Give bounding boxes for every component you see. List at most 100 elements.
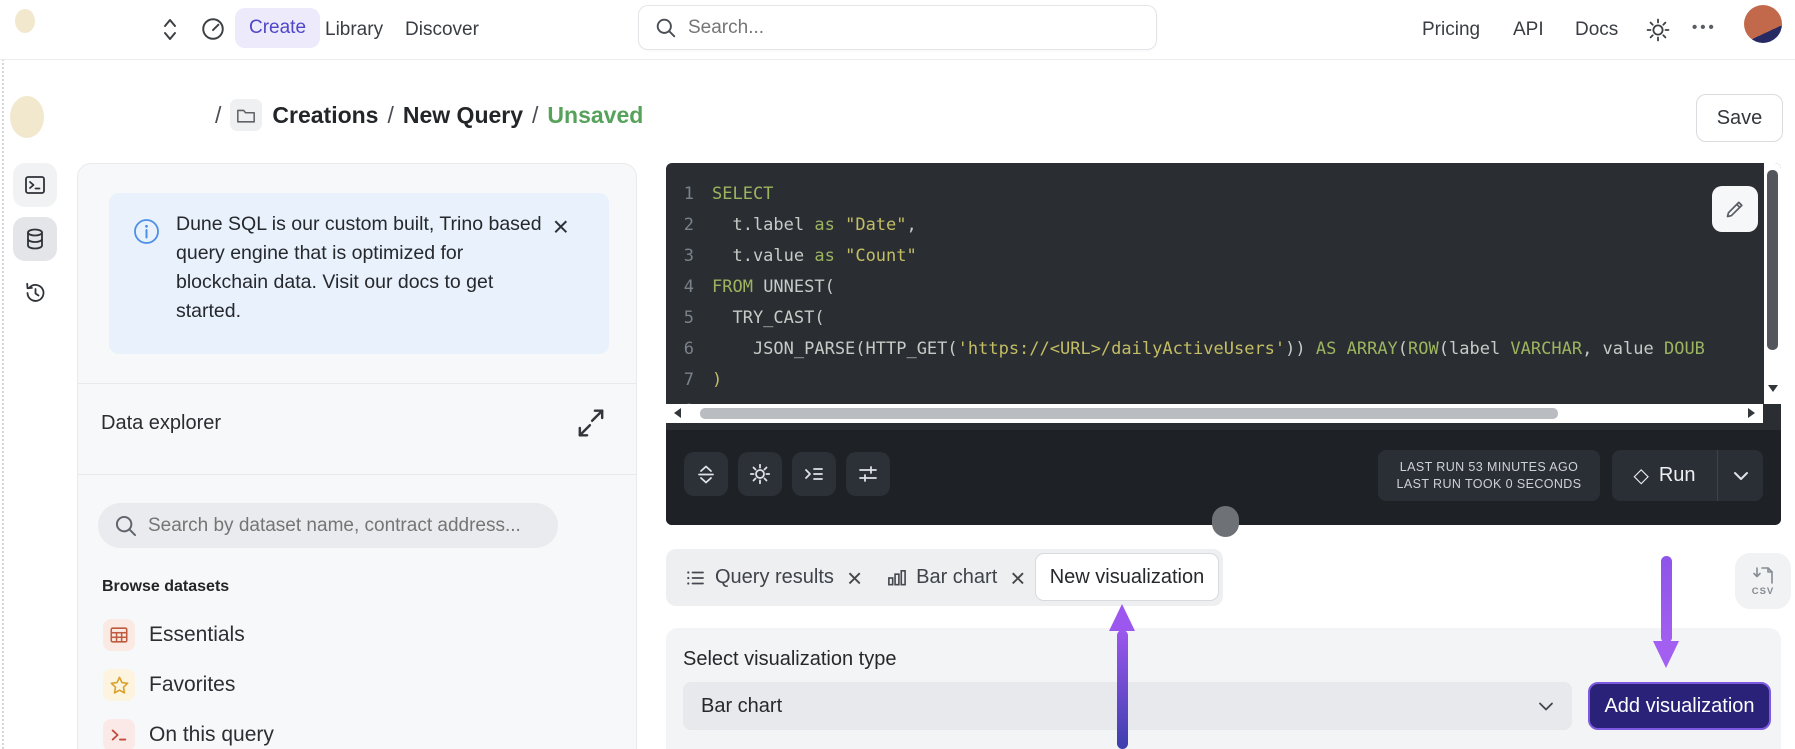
list-icon [684, 567, 706, 589]
close-icon[interactable]: × [843, 568, 862, 588]
run-button-group: ◇ Run [1612, 450, 1763, 501]
breadcrumb-query-name[interactable]: New Query [403, 102, 523, 129]
sidebar-item-favorites[interactable]: Favorites [103, 669, 235, 701]
dune-query-editor-page: Create Library Discover Pricing API Docs… [0, 0, 1795, 749]
history-icon [23, 281, 47, 305]
line-number: 7 [666, 365, 712, 396]
info-banner-text: Dune SQL is our custom built, Trino base… [176, 210, 548, 326]
breadcrumb-root-separator: / [206, 102, 230, 129]
tab-label: Query results [715, 566, 834, 589]
last-run-duration: LAST RUN TOOK 0 SECONDS [1397, 477, 1582, 491]
sql-code-area[interactable]: 1SELECT2 t.label as "Date",3 t.value as … [666, 179, 1763, 409]
dataset-search[interactable] [98, 503, 558, 548]
user-avatar[interactable] [1744, 5, 1782, 43]
info-icon [133, 218, 160, 245]
close-icon[interactable]: × [553, 213, 569, 241]
global-search[interactable] [638, 5, 1157, 50]
scroll-left-arrow-icon[interactable] [674, 408, 681, 418]
settings-gear-icon[interactable] [738, 452, 782, 496]
data-explorer-title: Data explorer [101, 412, 221, 435]
breadcrumb-folder[interactable]: Creations [262, 102, 378, 129]
select-visualization-type-label: Select visualization type [683, 648, 896, 671]
rail-history-button[interactable] [13, 271, 57, 315]
code-line[interactable]: 7) [666, 365, 1763, 396]
line-number: 1 [666, 179, 712, 210]
annotation-arrow-down-head [1653, 641, 1679, 668]
breadcrumb-separator-2: / [523, 102, 547, 129]
code-line[interactable]: 6 JSON_PARSE(HTTP_GET('https://<URL>/dai… [666, 334, 1763, 365]
editor-vertical-scrollbar[interactable] [1764, 163, 1781, 404]
results-tabs-bar: Query results × Bar chart × New visualiz… [666, 549, 1223, 606]
last-run-status: LAST RUN 53 MINUTES AGO LAST RUN TOOK 0 … [1378, 450, 1600, 501]
diamond-icon: ◇ [1633, 463, 1648, 488]
add-visualization-button[interactable]: Add visualization [1588, 682, 1771, 730]
chevron-down-icon [1538, 701, 1554, 712]
expand-icon[interactable] [572, 404, 610, 442]
more-options-icon[interactable]: ••• [1692, 19, 1717, 36]
sidebar-item-essentials[interactable]: Essentials [103, 619, 245, 651]
code-line[interactable]: 2 t.label as "Date", [666, 210, 1763, 241]
dashboard-gauge-icon[interactable] [200, 16, 226, 42]
code-line[interactable]: 3 t.value as "Count" [666, 241, 1763, 272]
editor-horizontal-scrollbar[interactable] [666, 404, 1763, 423]
tune-sliders-icon[interactable] [846, 452, 890, 496]
annotation-arrow-up-shaft [1117, 630, 1128, 749]
search-input[interactable] [688, 17, 1108, 39]
nav-item-discover[interactable]: Discover [405, 19, 479, 41]
tab-bar-chart[interactable]: Bar chart × [874, 566, 1037, 589]
panel-resize-handle[interactable] [1212, 506, 1239, 537]
theme-sun-icon[interactable] [1645, 17, 1671, 43]
horizontal-scrollbar-thumb[interactable] [700, 408, 1558, 419]
run-label: Run [1659, 464, 1696, 487]
scroll-right-arrow-icon[interactable] [1748, 408, 1755, 418]
nav-link-docs[interactable]: Docs [1575, 19, 1618, 41]
line-number: 6 [666, 334, 712, 365]
scroll-down-arrow-icon[interactable] [1768, 385, 1778, 392]
search-icon [114, 514, 138, 538]
new-visualization-panel: Select visualization type Bar chart Add … [666, 628, 1781, 749]
collapse-chevrons-icon[interactable] [160, 16, 180, 44]
browse-datasets-label: Browse datasets [102, 578, 229, 596]
download-file-icon [1751, 565, 1775, 587]
code-line[interactable]: 1SELECT [666, 179, 1763, 210]
team-avatar[interactable] [10, 96, 44, 138]
brand-logo[interactable] [15, 9, 35, 33]
nav-link-pricing[interactable]: Pricing [1422, 19, 1480, 41]
sql-editor: 1SELECT2 t.label as "Date",3 t.value as … [666, 163, 1781, 525]
top-navigation-bar: Create Library Discover Pricing API Docs… [0, 0, 1795, 60]
vertical-scrollbar-thumb[interactable] [1767, 170, 1778, 350]
export-csv-button[interactable]: CSV [1735, 553, 1791, 609]
run-options-chevron[interactable] [1718, 450, 1763, 501]
csv-label: CSV [1752, 586, 1775, 597]
nav-item-create[interactable]: Create [235, 8, 320, 48]
star-icon [103, 669, 135, 701]
save-button[interactable]: Save [1696, 94, 1783, 142]
close-icon[interactable]: × [1006, 568, 1025, 588]
sidebar-item-on-this-query[interactable]: On this query [103, 719, 274, 749]
annotation-arrow-down-shaft [1661, 556, 1672, 643]
run-button[interactable]: ◇ Run [1612, 450, 1718, 501]
breadcrumb-separator: / [378, 102, 402, 129]
unsaved-status-badge: Unsaved [547, 102, 643, 129]
nav-item-library[interactable]: Library [325, 19, 383, 41]
folder-icon[interactable] [230, 99, 262, 131]
tab-query-results[interactable]: Query results × [672, 566, 874, 589]
line-number: 2 [666, 210, 712, 241]
table-icon [103, 619, 135, 651]
code-line[interactable]: 4FROM UNNEST( [666, 272, 1763, 303]
last-run-time: LAST RUN 53 MINUTES AGO [1400, 460, 1578, 474]
code-line[interactable]: 5 TRY_CAST( [666, 303, 1763, 334]
edit-pencil-icon[interactable] [1712, 186, 1758, 232]
dropdown-value: Bar chart [701, 695, 782, 718]
rail-query-editor-button[interactable] [13, 163, 57, 207]
rail-data-explorer-button[interactable] [13, 217, 57, 261]
format-code-icon[interactable] [792, 452, 836, 496]
nav-link-api[interactable]: API [1513, 19, 1544, 41]
sidebar-divider-2 [78, 474, 636, 475]
tab-new-visualization[interactable]: New visualization [1035, 553, 1219, 601]
dune-sql-info-banner: Dune SQL is our custom built, Trino base… [109, 193, 609, 354]
sidebar-item-label: Favorites [149, 673, 235, 697]
fold-code-icon[interactable] [684, 452, 728, 496]
dataset-search-input[interactable] [148, 515, 538, 537]
sidebar-divider [78, 383, 636, 384]
